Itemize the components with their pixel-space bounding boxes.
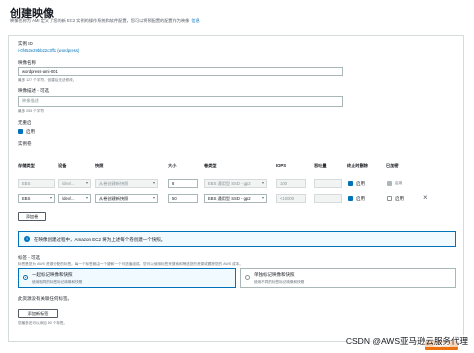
form-panel [8,35,464,342]
chevron-down-icon: ▾ [152,180,155,185]
row2-iops: <10000 [276,194,306,203]
col-volume-type: 卷类型 [204,163,217,168]
col-iops: IOPS [276,163,287,168]
row2-volume-type[interactable]: EBS 通用型 SSD - gp2 ▾ [204,194,267,203]
chevron-down-icon: ▾ [85,180,88,185]
watermark: CSDN @AWS亚马逊云服务代理 [345,335,468,347]
row2-encrypt-checkbox[interactable] [387,196,392,201]
row1-delete-checkbox[interactable] [348,181,353,186]
instance-id-link[interactable]: i-0f452e29bb22c3ff1 (wordpress) [18,48,79,53]
chevron-down-icon: ▾ [49,195,52,200]
row1-storage: EBS [18,179,55,188]
image-name-label: 映像名称 [18,60,36,65]
chevron-down-icon: ▾ [152,195,155,200]
instance-id-label: 实例 ID [18,41,33,46]
info-icon: i [24,236,30,242]
description-text: 映像也称为 AMI 定义了您的新 EC2 实例的操作系统和软件配置，您可以将预配… [10,18,190,23]
snapshot-notice: i 在映像创建过程中，Amazon EC2 将为上述每个卷创建一个快照。 [18,231,456,247]
page-description: 映像也称为 AMI 定义了您的新 EC2 实例的操作系统和软件配置，您可以将预配… [10,18,200,24]
tag-together-option[interactable]: 一起标记映像和快照 使用相同的标签标记映像和快照 [18,268,236,288]
row1-size[interactable]: 8 [168,179,198,188]
tag-separately-option[interactable]: 单独标记映像和快照 使用不同的标签标记映像和快照 [240,268,456,288]
col-throughput: 吞吐量 [314,163,327,168]
col-encrypted: 已加密 [386,163,399,168]
row1-throughput [314,179,342,188]
info-link[interactable]: 信息 [191,18,199,23]
row2-snapshot[interactable]: 从卷创建新快照 ▾ [95,194,158,203]
tags-label: 标签 - 可选 [18,255,40,260]
add-tag-button[interactable]: 添加新标签 [18,309,58,318]
col-device: 设备 [58,163,67,168]
volumes-label: 实例卷 [18,141,32,146]
no-reboot-checkbox[interactable] [18,129,23,134]
snapshot-notice-text: 在映像创建过程中，Amazon EC2 将为上述每个卷创建一个快照。 [34,237,166,242]
no-reboot-checkbox-label: 启用 [26,129,35,134]
row1-encrypt-label: 启用 [395,181,403,185]
tag-together-desc: 使用相同的标签标记映像和快照 [32,280,83,284]
row2-storage[interactable]: EBS ▾ [18,194,55,203]
row2-delete-checkbox[interactable] [348,196,353,201]
tags-empty-text: 此资源没有关联任何标签。 [18,296,72,301]
tags-hint: 标签是您为 AWS 资源分配的标签。每一个标签都由一个键和一个可选值组成。您可以… [18,262,243,266]
row2-device[interactable]: /dev/... ▾ [58,194,91,203]
image-desc-input[interactable]: 映像描述 [18,96,343,107]
image-desc-label: 映像描述 - 可选 [18,88,49,93]
chevron-down-icon: ▾ [85,195,88,200]
remove-volume-icon[interactable]: × [423,193,428,202]
row1-delete-label: 启用 [356,181,365,186]
add-volume-button[interactable]: 添加卷 [18,212,46,221]
row2-size[interactable]: 50 [168,194,198,203]
tags-limit-text: 您最多还可以添加 50 个标签。 [18,321,68,325]
tag-separately-desc: 使用不同的标签标记映像和快照 [254,280,305,284]
col-storage: 存储类型 [18,163,35,168]
row1-snapshot: 从卷创建新快照 ▾ [95,179,158,188]
no-reboot-label: 无重启 [18,120,32,125]
image-name-hint: 最多 127 个字符，创建后无法修改。 [18,78,77,82]
tag-together-title: 一起标记映像和快照 [32,272,73,277]
chevron-down-icon: ▾ [261,180,264,185]
col-delete-on-term: 终止时删除 [347,163,368,168]
row1-device: /dev/... ▾ [58,179,91,188]
tag-separately-title: 单独标记映像和快照 [254,272,295,277]
chevron-down-icon: ▾ [261,195,264,200]
row2-encrypt-label: 启用 [395,196,404,201]
col-snapshot: 快照 [95,163,104,168]
tag-separately-radio[interactable] [245,275,250,280]
image-name-input[interactable]: wordpress-ami-001 [18,67,343,76]
tag-together-radio[interactable] [23,275,28,280]
row2-throughput [314,194,342,203]
row1-volume-type: EBS 通用型 SSD - gp2 ▾ [204,179,267,188]
col-size: 大小 [168,163,177,168]
image-desc-hint: 最多 255 个字符 [18,109,44,113]
row2-delete-label: 启用 [356,196,365,201]
row1-encrypt-checkbox [387,181,392,186]
row1-iops: 100 [276,179,306,188]
